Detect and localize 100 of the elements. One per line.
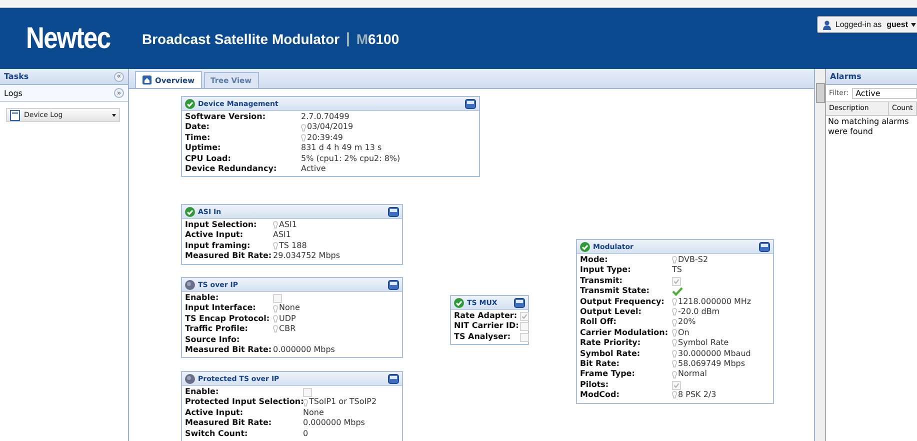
checkbox[interactable] <box>520 312 529 321</box>
field-value[interactable]: CBR <box>279 324 296 335</box>
field-label: Switch Count: <box>185 428 249 440</box>
field-label: Rate Priority: <box>580 338 642 349</box>
user-menu-button[interactable]: Logged-in as guest <box>817 16 917 33</box>
field-value: ASI1 <box>273 230 291 241</box>
field-label: Traffic Profile: <box>185 324 249 335</box>
minimize-icon[interactable] <box>465 98 476 108</box>
minimize-icon[interactable] <box>514 298 525 308</box>
field-value: 29.034752 Mbps <box>273 251 340 262</box>
field-label: Measured Bit Rate: <box>185 345 273 356</box>
bulb-icon[interactable] <box>672 256 677 264</box>
field-label: Carrier Modulation: <box>580 328 670 338</box>
field-label: Measured Bit Rate: <box>185 418 273 429</box>
field-label: Input Interface: <box>185 303 257 314</box>
field-label: Mode: <box>580 255 609 266</box>
field-value[interactable]: 20:39:49 <box>307 132 343 144</box>
field-label: Symbol Rate: <box>580 348 642 360</box>
field-value: 831 d 4 h 49 m 13 s <box>301 143 382 154</box>
bulb-icon[interactable] <box>273 221 278 230</box>
checkmark-icon <box>672 286 683 296</box>
field-value[interactable]: 03/04/2019 <box>307 122 354 133</box>
field-value[interactable]: 20% <box>678 317 696 328</box>
filter-dropdown[interactable]: Active <box>852 88 917 98</box>
tasks-title: Tasks <box>4 72 29 81</box>
checkbox[interactable] <box>672 380 681 390</box>
alarms-title: Alarms <box>830 72 862 81</box>
checkbox[interactable] <box>303 388 312 397</box>
field-label: Active Input: <box>185 408 244 418</box>
minimize-icon[interactable] <box>388 280 399 290</box>
minimize-icon[interactable] <box>388 206 399 216</box>
field-value: None <box>303 408 324 418</box>
field-value: Active <box>301 164 326 174</box>
home-icon <box>142 75 152 85</box>
field-value[interactable]: 58.069749 Mbps <box>678 359 746 370</box>
field-label: Enable: <box>185 387 220 398</box>
field-value[interactable]: TS 188 <box>279 240 307 252</box>
checkbox[interactable] <box>520 332 529 342</box>
logo: Newtec <box>26 22 112 56</box>
field-value: 2.7.0.70499 <box>301 112 350 122</box>
field-label: Input framing: <box>185 240 252 252</box>
empty-message: No matching alarms were found <box>827 116 910 137</box>
field-value[interactable]: 8 PSK 2/3 <box>678 390 716 401</box>
field-value[interactable]: TSoIP1 or TSoIP2 <box>309 397 377 408</box>
field-label: Input Type: <box>580 265 632 276</box>
field-label: Frame Type: <box>580 369 636 380</box>
field-value[interactable]: 30.000000 Mbaud <box>678 348 751 360</box>
field-value: 0.000000 Mbps <box>273 345 335 356</box>
field-label: ModCod: <box>580 390 620 401</box>
user-icon <box>822 20 832 30</box>
field-value[interactable]: None <box>279 303 300 314</box>
field-value: 0 <box>303 428 308 440</box>
field-value[interactable]: -20.0 dBm <box>678 307 720 318</box>
field-label: Uptime: <box>185 143 222 154</box>
field-value[interactable]: ASI1 <box>279 220 297 230</box>
field-value[interactable]: 1218.000000 MHz <box>678 296 752 308</box>
field-value[interactable]: On <box>678 328 690 338</box>
scrollbar[interactable] <box>815 69 826 441</box>
field-label: Protected Input Selection: <box>185 397 303 408</box>
field-label: TS Analyser: <box>454 332 512 342</box>
bulb-icon[interactable] <box>303 398 308 407</box>
field-label: Transmit: <box>580 276 624 286</box>
field-label: NIT Carrier ID: <box>454 321 520 332</box>
field-label: Rate Adapter: <box>454 311 518 322</box>
field-value[interactable]: UDP <box>279 314 296 324</box>
field-value[interactable]: Symbol Rate <box>678 338 729 349</box>
document-icon <box>10 110 20 120</box>
app-title: Broadcast Satellite Modulator <box>142 30 340 46</box>
field-value: 0.000000 Mbps <box>303 418 365 429</box>
model-name: M6100 <box>356 30 400 46</box>
field-label: Active Input: <box>185 230 244 241</box>
checkbox[interactable] <box>672 276 681 286</box>
checkbox[interactable] <box>273 294 282 303</box>
caret-icon <box>911 22 916 26</box>
field-label: Transmit State: <box>580 286 650 297</box>
field-label: Pilots: <box>580 380 610 390</box>
minimize-icon[interactable] <box>388 374 399 384</box>
field-label: TS Encap Protocol: <box>185 314 271 324</box>
field-value[interactable]: Normal <box>678 369 707 380</box>
field-label: Output Level: <box>580 307 642 318</box>
caret-icon <box>112 114 116 116</box>
field-label: Roll Off: <box>580 317 618 328</box>
field-label: Device Redundancy: <box>185 164 278 174</box>
field-label: Source Info: <box>185 334 241 346</box>
field-label: CPU Load: <box>185 154 232 164</box>
field-label: Time: <box>185 132 212 144</box>
minimize-icon[interactable] <box>759 242 770 252</box>
logs-label: Logs <box>4 88 22 98</box>
field-label: Bit Rate: <box>580 359 620 370</box>
field-value[interactable]: DVB-S2 <box>678 255 708 266</box>
field-label: Software Version: <box>185 112 267 122</box>
field-label: Input Selection: <box>185 220 258 230</box>
field-label: Measured Bit Rate: <box>185 251 273 262</box>
field-value: TS <box>672 265 682 276</box>
title-separator: | <box>346 30 350 46</box>
field-label: Enable: <box>185 293 220 304</box>
field-label: Output Frequency: <box>580 296 666 308</box>
checkbox[interactable] <box>520 322 529 332</box>
bulb-icon[interactable] <box>672 391 677 400</box>
bulb-icon[interactable] <box>273 242 278 250</box>
